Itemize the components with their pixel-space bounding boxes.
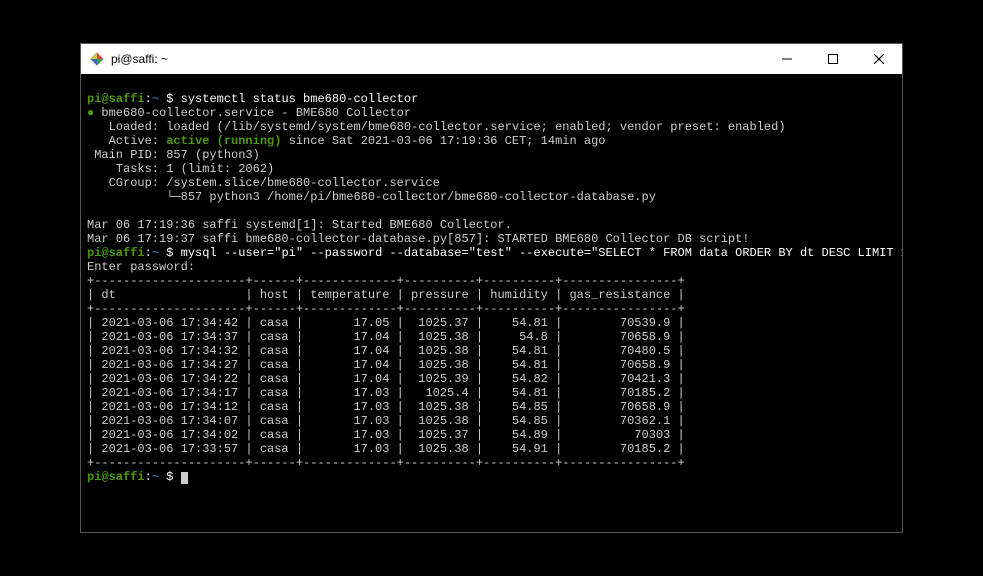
table-header: | dt | host | temperature | pressure | h… xyxy=(87,288,685,302)
log-line-1: Mar 06 17:19:36 saffi systemd[1]: Starte… xyxy=(87,218,512,232)
cursor xyxy=(181,472,188,484)
table-row: | 2021-03-06 17:34:22 | casa | 17.04 | 1… xyxy=(87,372,685,386)
prompt-line-1: pi@saffi:~ $ systemctl status bme680-col… xyxy=(87,92,418,106)
prompt-at: @ xyxy=(101,246,108,260)
status-main-pid: Main PID: 857 (python3) xyxy=(87,148,260,162)
active-state: active (running) xyxy=(166,134,281,148)
prompt-user: pi xyxy=(87,470,101,484)
status-cgroup: CGroup: /system.slice/bme680-collector.s… xyxy=(87,176,440,190)
status-tasks: Tasks: 1 (limit: 2062) xyxy=(87,162,274,176)
prompt-host: saffi xyxy=(109,246,145,260)
table-row: | 2021-03-06 17:34:02 | casa | 17.03 | 1… xyxy=(87,428,685,442)
prompt-path: ~ xyxy=(152,246,159,260)
prompt-colon: : xyxy=(145,246,152,260)
prompt-line-2: pi@saffi:~ $ mysql --user="pi" --passwor… xyxy=(87,246,902,260)
prompt-path: ~ xyxy=(152,92,159,106)
status-service-line: ● bme680-collector.service - BME680 Coll… xyxy=(87,106,411,120)
minimize-button[interactable] xyxy=(764,44,810,74)
table-row: | 2021-03-06 17:34:42 | casa | 17.05 | 1… xyxy=(87,316,685,330)
maximize-button[interactable] xyxy=(810,44,856,74)
prompt-host: saffi xyxy=(109,92,145,106)
table-row: | 2021-03-06 17:34:17 | casa | 17.03 | 1… xyxy=(87,386,685,400)
prompt-colon: : xyxy=(145,470,152,484)
table-row: | 2021-03-06 17:34:27 | casa | 17.04 | 1… xyxy=(87,358,685,372)
table-row: | 2021-03-06 17:34:32 | casa | 17.04 | 1… xyxy=(87,344,685,358)
titlebar[interactable]: pi@saffi: ~ xyxy=(81,44,902,74)
command-2: mysql --user="pi" --password --database=… xyxy=(181,246,902,260)
prompt-user: pi xyxy=(87,246,101,260)
prompt-dollar: $ xyxy=(166,246,173,260)
table-row: | 2021-03-06 17:34:07 | casa | 17.03 | 1… xyxy=(87,414,685,428)
log-line-2: Mar 06 17:19:37 saffi bme680-collector-d… xyxy=(87,232,750,246)
prompt-dollar: $ xyxy=(166,470,173,484)
table-row: | 2021-03-06 17:34:37 | casa | 17.04 | 1… xyxy=(87,330,685,344)
prompt-user: pi xyxy=(87,92,101,106)
prompt-dollar: $ xyxy=(166,92,173,106)
table-border-top: +---------------------+------+----------… xyxy=(87,274,685,288)
enter-password: Enter password: xyxy=(87,260,195,274)
status-loaded: Loaded: loaded (/lib/systemd/system/bme6… xyxy=(87,120,786,134)
prompt-path: ~ xyxy=(152,470,159,484)
service-name: bme680-collector.service - BME680 Collec… xyxy=(94,106,411,120)
status-active-line: Active: active (running) since Sat 2021-… xyxy=(87,134,606,148)
prompt-line-3: pi@saffi:~ $ xyxy=(87,470,188,484)
active-suffix: since Sat 2021-03-06 17:19:36 CET; 14min… xyxy=(281,134,605,148)
command-1: systemctl status bme680-collector xyxy=(181,92,419,106)
terminal-window: pi@saffi: ~ pi@saffi:~ $ systemctl statu… xyxy=(80,43,903,533)
table-border-mid: +---------------------+------+----------… xyxy=(87,302,685,316)
close-button[interactable] xyxy=(856,44,902,74)
terminal-body[interactable]: pi@saffi:~ $ systemctl status bme680-col… xyxy=(81,74,902,532)
prompt-at: @ xyxy=(101,470,108,484)
prompt-host: saffi xyxy=(109,470,145,484)
table-row: | 2021-03-06 17:34:12 | casa | 17.03 | 1… xyxy=(87,400,685,414)
prompt-colon: : xyxy=(145,92,152,106)
table-row: | 2021-03-06 17:33:57 | casa | 17.03 | 1… xyxy=(87,442,685,456)
table-border-bot: +---------------------+------+----------… xyxy=(87,456,685,470)
prompt-at: @ xyxy=(101,92,108,106)
app-icon xyxy=(89,51,105,67)
status-cgroup-proc: └─857 python3 /home/pi/bme680-collector/… xyxy=(87,190,656,204)
window-title: pi@saffi: ~ xyxy=(111,52,168,66)
active-prefix: Active: xyxy=(87,134,166,148)
